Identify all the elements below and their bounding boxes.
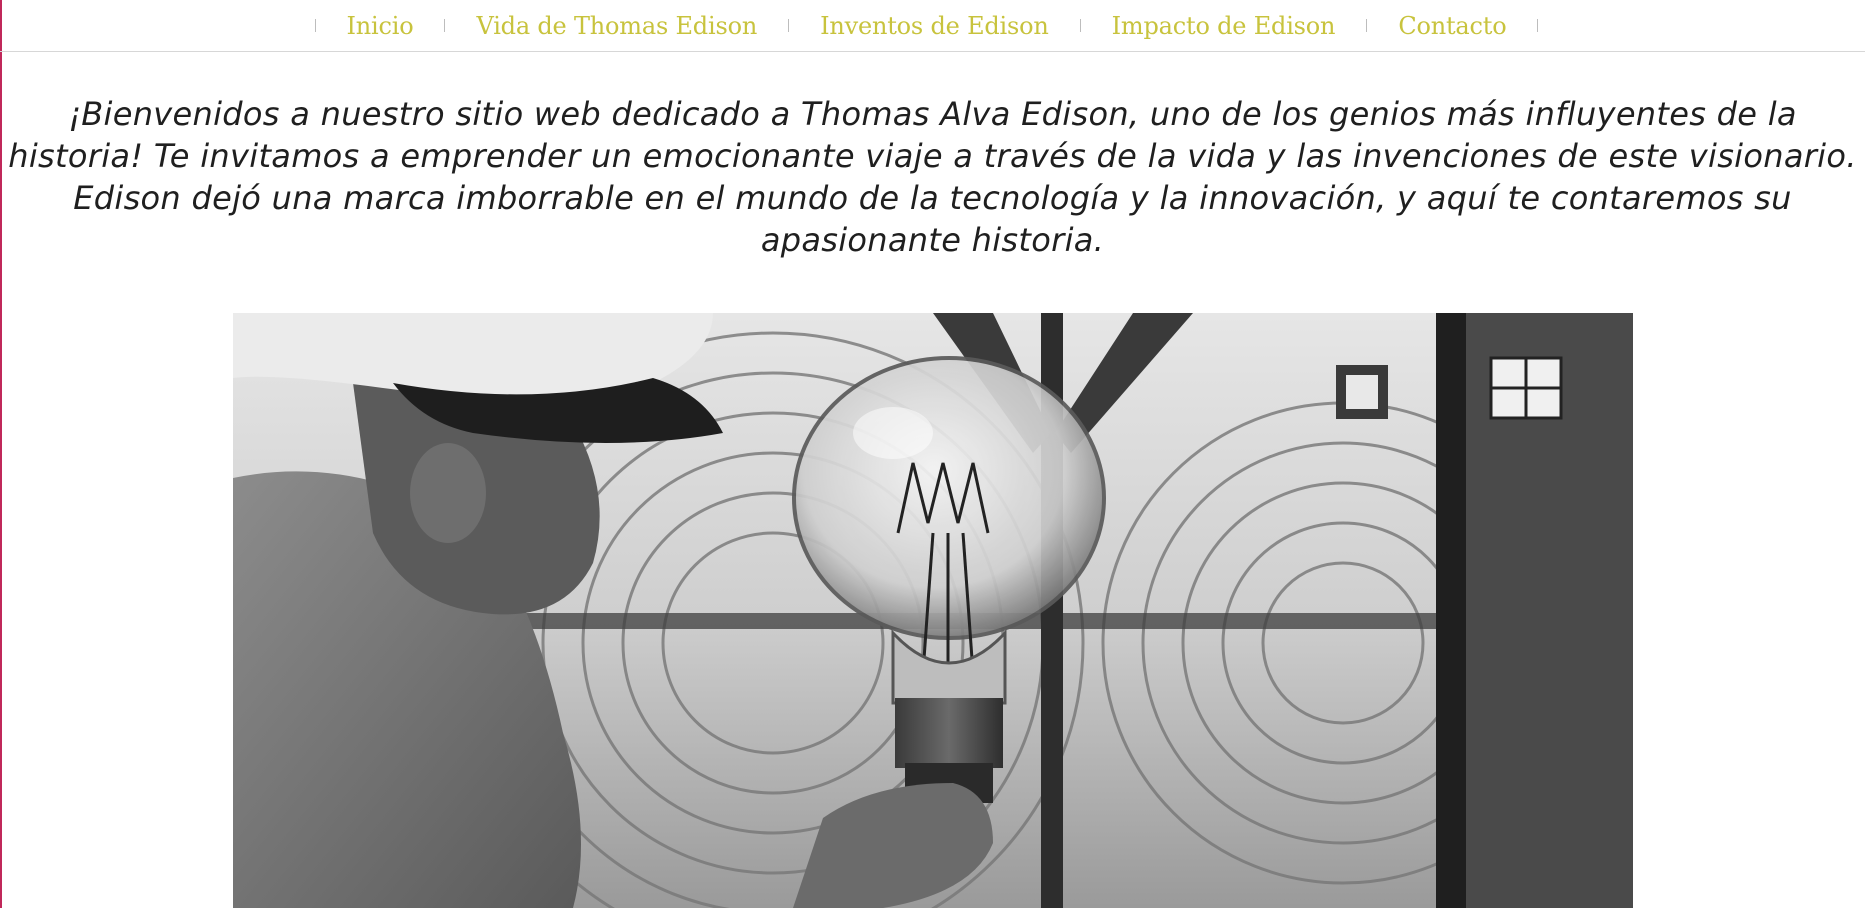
nav-link-impacto[interactable]: Impacto de Edison xyxy=(1112,12,1336,40)
intro-line-1: ¡Bienvenidos a nuestro sitio web dedicad… xyxy=(68,95,1797,133)
photo-lightbulb-lighthouse-keeper-icon xyxy=(233,313,1633,908)
nav-link-inventos[interactable]: Inventos de Edison xyxy=(820,12,1049,40)
nav-separator xyxy=(314,19,316,32)
nav-separator xyxy=(1079,19,1081,32)
nav-link-vida[interactable]: Vida de Thomas Edison xyxy=(476,12,757,40)
hero-photo xyxy=(233,313,1633,908)
nav-link-inicio[interactable]: Inicio xyxy=(347,12,414,40)
nav-link-contacto[interactable]: Contacto xyxy=(1398,12,1506,40)
nav-separator xyxy=(1537,19,1539,32)
intro-paragraph: ¡Bienvenidos a nuestro sitio web dedicad… xyxy=(0,93,1865,261)
nav-list: Inicio Vida de Thomas Edison Inventos de… xyxy=(284,12,1570,40)
intro-line-2: historia! Te invitamos a emprender un em… xyxy=(8,137,1857,175)
intro-line-3: Edison dejó una marca imborrable en el m… xyxy=(73,179,1792,217)
intro-line-4: apasionante historia. xyxy=(760,221,1105,259)
nav-separator xyxy=(444,19,446,32)
top-navigation: Inicio Vida de Thomas Edison Inventos de… xyxy=(0,0,1865,52)
nav-separator xyxy=(1366,19,1368,32)
nav-separator xyxy=(788,19,790,32)
